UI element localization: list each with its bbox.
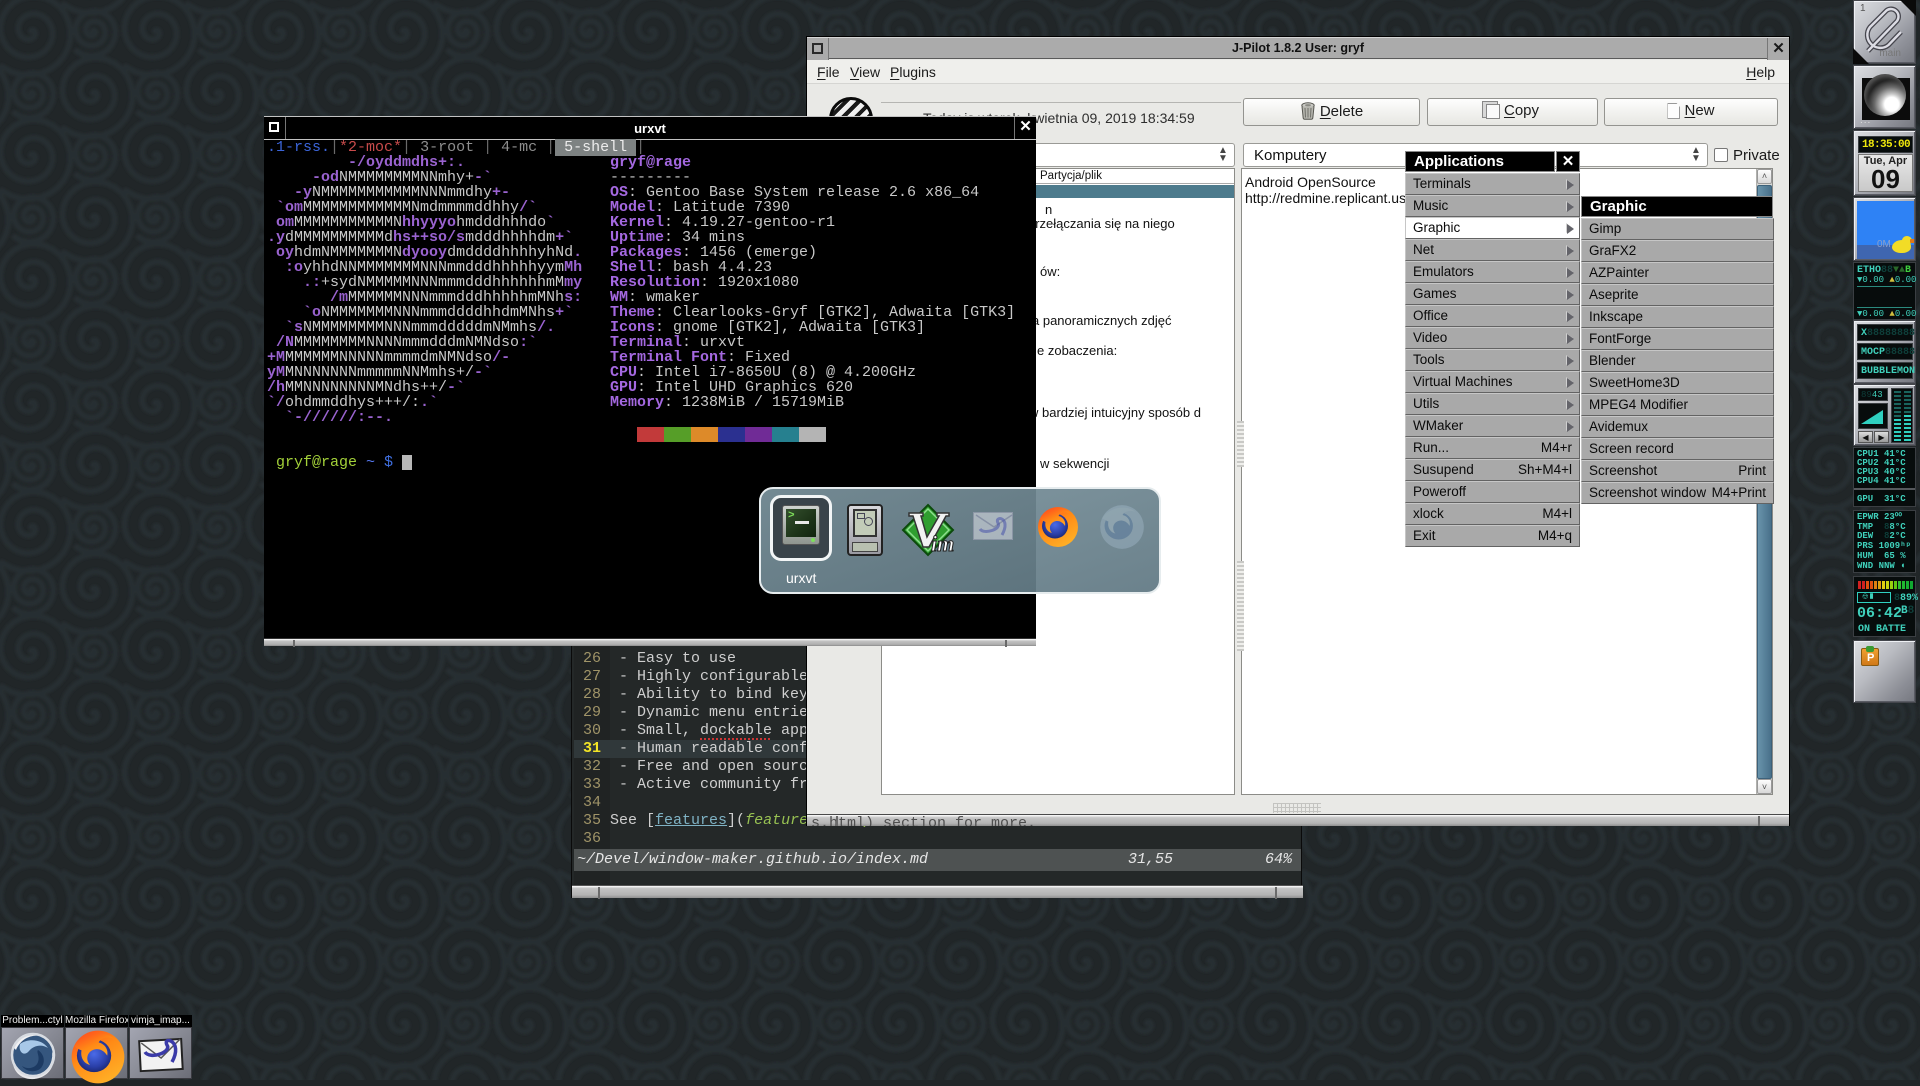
svg-text:im: im <box>931 531 954 556</box>
